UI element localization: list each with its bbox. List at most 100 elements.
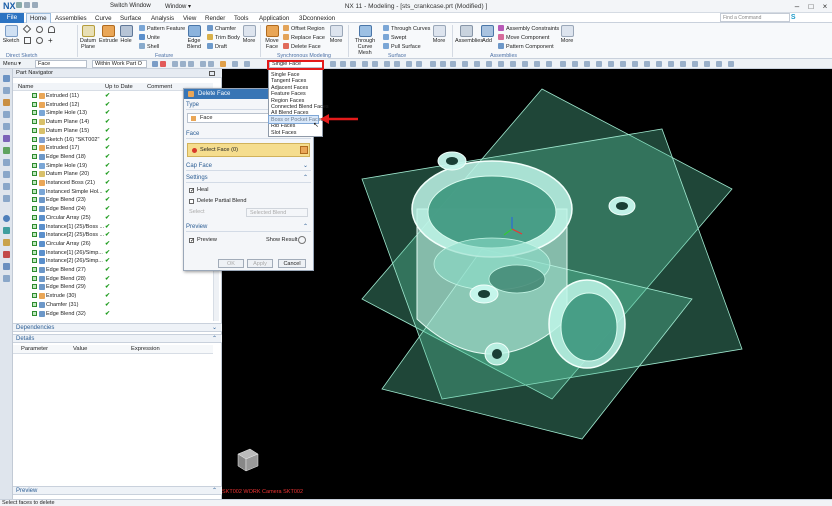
maximize-icon[interactable]: □	[804, 1, 818, 12]
delete-partial-blend-checkbox[interactable]	[189, 199, 194, 204]
reset-filter-icon[interactable]	[160, 61, 166, 67]
checkbox[interactable]	[32, 214, 37, 220]
menu-assemblies[interactable]: Assemblies	[52, 14, 90, 23]
sketch-curve-tools[interactable]: +	[22, 24, 60, 46]
heal-checkbox[interactable]: ✓	[189, 188, 195, 194]
cancel-button[interactable]: Cancel	[278, 259, 306, 268]
menu-analysis[interactable]: Analysis	[148, 14, 177, 23]
dropdown-option[interactable]: Region Faces	[271, 98, 304, 104]
undock-icon[interactable]	[209, 71, 215, 76]
menu-tools[interactable]: Tools	[231, 14, 251, 23]
select-face-field[interactable]: Select Face (0)	[187, 143, 310, 157]
reuse-library-icon[interactable]	[3, 123, 10, 130]
snap-icon[interactable]	[362, 61, 368, 67]
view-icon[interactable]	[486, 61, 492, 67]
scope-select[interactable]: Within Work Part O	[92, 60, 147, 68]
more-sync-button[interactable]: More	[329, 25, 343, 44]
menu-curve[interactable]: Curve	[92, 14, 115, 23]
draft-button[interactable]: Draft	[207, 43, 227, 50]
assembly-navigator-icon[interactable]	[3, 99, 10, 106]
view-icon[interactable]	[522, 61, 528, 67]
snap-icon[interactable]	[350, 61, 356, 67]
view-icon[interactable]	[450, 61, 456, 67]
preview-section[interactable]: Preview ⌃	[186, 223, 311, 232]
snap-icon[interactable]	[200, 61, 206, 67]
minimize-icon[interactable]: –	[790, 1, 804, 12]
window-menu[interactable]: Window ▾	[165, 3, 191, 10]
checkbox[interactable]	[32, 223, 37, 229]
switch-window-button[interactable]: Switch Window	[110, 3, 151, 9]
dropdown-option[interactable]: Connected Blend Faces	[271, 104, 329, 110]
checkbox[interactable]	[32, 197, 37, 203]
unite-button[interactable]: Unite	[139, 34, 160, 41]
snap-icon[interactable]	[188, 61, 194, 67]
menu-home[interactable]: Home	[26, 13, 51, 23]
view-icon[interactable]	[510, 61, 516, 67]
history-icon[interactable]	[3, 87, 10, 94]
shell-button[interactable]: Shell	[139, 43, 159, 50]
menu-button[interactable]: Menu ▾	[3, 60, 21, 68]
view-icon[interactable]	[498, 61, 504, 67]
pull-surface-button[interactable]: Pull Surface	[383, 43, 421, 50]
assemblies-button[interactable]: Assemblies	[455, 25, 483, 44]
snap-icon[interactable]	[208, 61, 214, 67]
selected-blend-select[interactable]: Selected Blend	[246, 208, 308, 217]
checkbox[interactable]	[32, 284, 37, 290]
save-icon[interactable]	[16, 2, 22, 8]
dropdown-option[interactable]: Single Face	[271, 72, 299, 78]
snap-icon[interactable]	[232, 61, 238, 67]
view-icon[interactable]	[608, 61, 614, 67]
redo-icon[interactable]	[32, 2, 38, 8]
tree-row[interactable]: Edge Blend (29) ✔	[13, 283, 213, 291]
snap-icon[interactable]	[172, 61, 178, 67]
constraint-navigator-icon[interactable]	[3, 111, 10, 118]
column-expression[interactable]: Expression	[131, 345, 160, 354]
checkbox[interactable]	[32, 93, 37, 98]
menu-surface[interactable]: Surface	[117, 14, 144, 23]
tree-row[interactable]: Chamfer (31) ✔	[13, 301, 213, 309]
details-panel-header[interactable]: Details ⌃	[13, 334, 222, 343]
view-icon[interactable]	[596, 61, 602, 67]
delete-face-button[interactable]: Delete Face	[283, 43, 321, 50]
through-curves-button[interactable]: Through Curves	[383, 25, 430, 32]
column-up-to-date[interactable]: Up to Date	[105, 83, 133, 91]
roles-icon[interactable]	[3, 159, 10, 166]
view-icon[interactable]	[680, 61, 686, 67]
checkbox[interactable]	[32, 275, 37, 281]
roles-icon[interactable]	[3, 251, 10, 258]
dropdown-option[interactable]: Feature Faces	[271, 91, 306, 97]
view-icon[interactable]	[632, 61, 638, 67]
process-studio-icon[interactable]	[3, 183, 10, 190]
menu-3dconnexion[interactable]: 3Dconnexion	[296, 14, 338, 23]
pattern-component-button[interactable]: Pattern Component	[498, 43, 554, 50]
dropdown-option[interactable]: Slot Faces	[271, 130, 296, 136]
snap-icon[interactable]	[416, 61, 422, 67]
through-curve-mesh-button[interactable]: Through Curve Mesh	[351, 25, 379, 56]
systems-icon[interactable]	[3, 263, 10, 270]
snap-icon[interactable]	[394, 61, 400, 67]
rectangle-icon[interactable]	[24, 37, 31, 44]
menu-application[interactable]: Application	[256, 14, 292, 23]
chamfer-button[interactable]: Chamfer	[207, 25, 236, 32]
dependencies-panel-header[interactable]: Dependencies ⌄	[13, 323, 222, 332]
snap-icon[interactable]	[384, 61, 390, 67]
assembly-constraints-button[interactable]: Assembly Constraints	[498, 25, 559, 32]
sketch-button[interactable]: Sketch	[2, 25, 20, 44]
view-icon[interactable]	[656, 61, 662, 67]
view-icon[interactable]	[560, 61, 566, 67]
column-value[interactable]: Value	[73, 345, 87, 354]
select-icon[interactable]	[220, 61, 226, 67]
offset-region-button[interactable]: Offset Region	[283, 25, 325, 32]
view-icon[interactable]	[716, 61, 722, 67]
checkbox[interactable]	[32, 119, 37, 125]
more-surface-button[interactable]: More	[432, 25, 446, 44]
dropdown-option[interactable]: Rib Faces	[271, 123, 295, 129]
move-face-button[interactable]: Move Face	[263, 25, 281, 50]
clock-icon[interactable]	[3, 215, 10, 222]
view-icon[interactable]	[572, 61, 578, 67]
face-select-icon[interactable]	[300, 146, 308, 154]
replace-face-button[interactable]: Replace Face	[283, 34, 325, 41]
view-icon[interactable]	[728, 61, 734, 67]
add-component-button[interactable]: Add	[480, 25, 494, 44]
view-icon[interactable]	[440, 61, 446, 67]
